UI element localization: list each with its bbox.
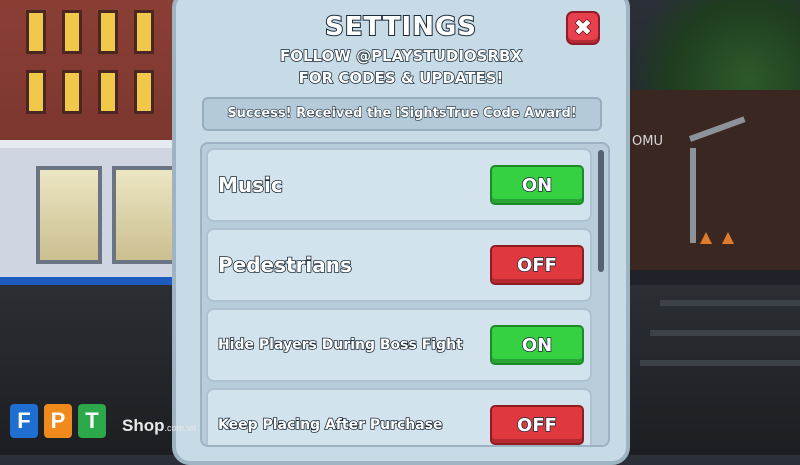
setting-row-keep-placing: Keep Placing After Purchase OFF	[206, 388, 592, 445]
building-window	[26, 10, 46, 54]
close-icon: ✖	[573, 15, 593, 42]
watermark-shop: Shop	[122, 416, 165, 435]
hide-players-toggle-button[interactable]: ON	[490, 325, 584, 365]
watermark-text: Shop.com.vn	[122, 416, 196, 436]
keep-placing-toggle-button[interactable]: OFF	[490, 405, 584, 445]
building-window	[98, 70, 118, 114]
building-window	[62, 70, 82, 114]
settings-list: Music ON Pedestrians OFF Hide Players Du…	[200, 142, 610, 447]
watermark-letter: F	[10, 404, 38, 438]
building-window	[134, 10, 154, 54]
close-button[interactable]: ✖	[566, 11, 600, 45]
storefront-window	[112, 166, 178, 264]
setting-row-music: Music ON	[206, 148, 592, 222]
subtitle-line-1: FOLLOW @PLAYSTUDIOSRBX	[279, 46, 523, 66]
subtitle-line-2: FOR CODES & UPDATES!	[298, 68, 504, 88]
building-right	[630, 90, 800, 270]
settings-scrollbar[interactable]	[598, 150, 604, 272]
crosswalk-stripe	[660, 300, 800, 306]
sign-text: OMU	[632, 134, 663, 149]
traffic-cone	[722, 232, 734, 244]
code-success-message: Success! Received the iSightsTrue Code A…	[202, 97, 602, 131]
building-window	[26, 70, 46, 114]
setting-label: Hide Players During Boss Fight	[217, 336, 463, 354]
setting-row-pedestrians: Pedestrians OFF	[206, 228, 592, 302]
watermark-letter: P	[44, 404, 72, 438]
setting-row-hide-players: Hide Players During Boss Fight ON	[206, 308, 592, 382]
traffic-cone	[700, 232, 712, 244]
music-toggle-button[interactable]: ON	[490, 165, 584, 205]
watermark-domain: .com.vn	[164, 423, 197, 433]
settings-panel: SETTINGS FOLLOW @PLAYSTUDIOSRBX FOR CODE…	[172, 0, 630, 465]
setting-label: Music	[217, 172, 283, 198]
building-window	[98, 10, 118, 54]
pedestrians-toggle-button[interactable]: OFF	[490, 245, 584, 285]
watermark-letter: T	[78, 404, 106, 438]
building-window	[134, 70, 154, 114]
settings-title: SETTINGS	[324, 11, 478, 43]
storefront-window	[36, 166, 102, 264]
storefront	[0, 140, 185, 293]
setting-label: Pedestrians	[217, 252, 353, 278]
setting-label: Keep Placing After Purchase	[217, 416, 443, 434]
crosswalk-stripe	[650, 330, 800, 336]
settings-subtitle: FOLLOW @PLAYSTUDIOSRBX FOR CODES & UPDAT…	[176, 45, 626, 89]
building-window	[62, 10, 82, 54]
street-lamp	[690, 148, 696, 243]
crosswalk-stripe	[640, 360, 800, 366]
